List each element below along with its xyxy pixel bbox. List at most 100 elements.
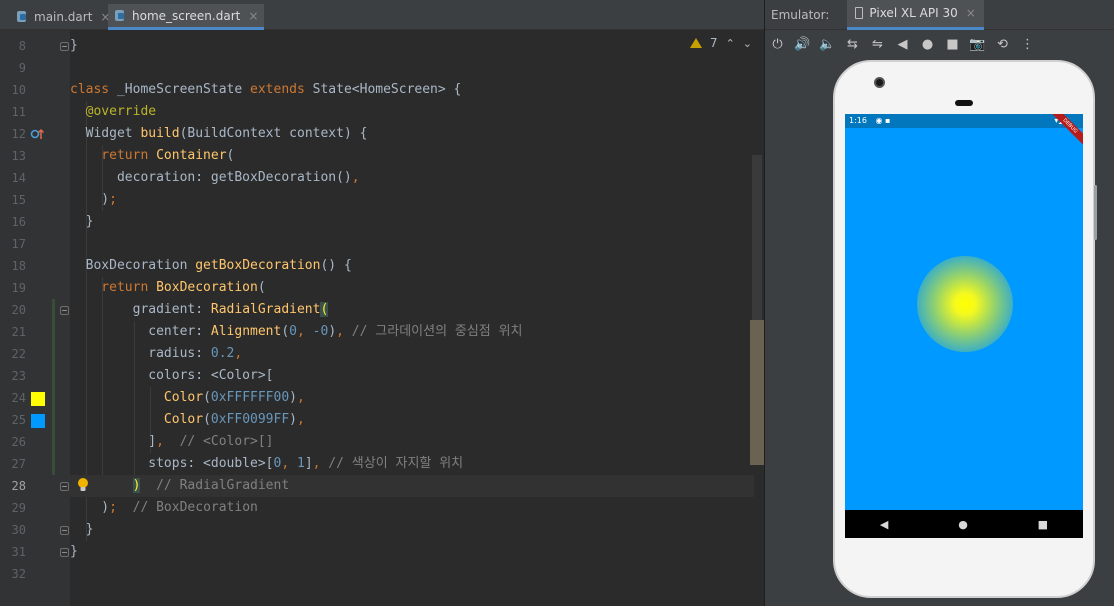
front-camera — [874, 77, 885, 88]
home-icon[interactable]: ● — [915, 37, 940, 52]
dart-file-icon — [114, 9, 126, 22]
rotate-left-icon[interactable]: ⇆ — [840, 37, 865, 52]
code-line: } — [70, 214, 94, 229]
more-icon[interactable]: ⋮ — [1015, 37, 1040, 52]
code-line: return BoxDecoration( — [70, 280, 266, 295]
device-tab[interactable]: Pixel XL API 30 × — [847, 0, 984, 30]
android-nav-bar: ◀ ● ■ — [845, 510, 1083, 538]
editor-scrollbar-thumb[interactable] — [750, 320, 764, 465]
phone-frame: 1:16 ◉ ▪ ▾◢▮ DEBUG ◀ ● ■ — [833, 60, 1095, 598]
tab-label: home_screen.dart — [132, 8, 241, 23]
line-number: 8 — [18, 39, 26, 53]
color-swatch-blue[interactable] — [31, 414, 45, 428]
back-icon[interactable]: ◀ — [890, 37, 915, 52]
code-line: } — [70, 544, 78, 559]
inspection-widget[interactable]: 7 ⌃ ⌄ — [689, 36, 752, 50]
line-number: 11 — [11, 105, 26, 119]
line-number: 16 — [11, 215, 26, 229]
chevron-down-icon[interactable]: ⌄ — [743, 37, 752, 50]
line-number: 23 — [11, 369, 26, 383]
line-number: 18 — [11, 259, 26, 273]
line-number: 21 — [11, 325, 26, 339]
tab-home-screen-dart[interactable]: home_screen.dart × — [108, 4, 265, 30]
line-number: 26 — [11, 435, 26, 449]
code-line: } — [70, 522, 94, 537]
code-line: } — [70, 38, 78, 53]
notification-icon: ◉ ▪ — [875, 116, 891, 125]
color-swatch-yellow[interactable] — [31, 392, 45, 406]
line-number: 19 — [11, 281, 26, 295]
overview-icon[interactable]: ■ — [940, 37, 965, 52]
code-line: Widget build(BuildContext context) { — [70, 126, 368, 141]
code-line: radius: 0.2, — [70, 346, 243, 361]
fold-marker[interactable] — [60, 42, 69, 51]
code-line: ); // BoxDecoration — [70, 500, 258, 515]
volume-down-icon[interactable]: 🔈 — [815, 37, 840, 52]
status-bar: 1:16 ◉ ▪ ▾◢▮ — [845, 114, 1083, 128]
line-number: 24 — [11, 391, 26, 405]
line-number: 27 — [11, 457, 26, 471]
code-line-current: ) // RadialGradient — [70, 475, 754, 497]
phone-icon — [855, 7, 864, 19]
line-number: 13 — [11, 149, 26, 163]
fold-marker[interactable] — [60, 482, 69, 491]
snapshot-icon[interactable]: ⟲ — [990, 37, 1015, 52]
camera-icon[interactable]: 📷 — [965, 37, 990, 52]
phone-side-button — [1094, 185, 1097, 240]
line-number: 30 — [11, 523, 26, 537]
nav-recent-icon[interactable]: ■ — [1038, 518, 1048, 531]
tab-label: main.dart — [34, 10, 93, 24]
line-number: 20 — [11, 303, 26, 317]
volume-up-icon[interactable]: 🔊 — [790, 37, 815, 52]
line-number: 29 — [11, 501, 26, 515]
line-number: 14 — [11, 171, 26, 185]
code-area[interactable]: } class _HomeScreenState extends State<H… — [70, 30, 754, 606]
power-icon[interactable]: ⏻ — [765, 37, 790, 52]
emulator-header: Emulator: Pixel XL API 30 × — [765, 0, 1114, 30]
code-line: BoxDecoration getBoxDecoration() { — [70, 258, 352, 273]
warning-count: 7 — [709, 36, 718, 50]
line-number: 25 — [11, 413, 26, 427]
lightbulb-icon[interactable] — [77, 477, 89, 493]
fold-marker[interactable] — [60, 548, 69, 557]
nav-back-icon[interactable]: ◀ — [880, 518, 888, 531]
tab-main-dart[interactable]: main.dart × — [10, 4, 116, 30]
code-line: center: Alignment(0, -0), // 그라데이션의 중심점 … — [70, 324, 523, 339]
change-marker — [52, 299, 55, 475]
device-screen[interactable]: 1:16 ◉ ▪ ▾◢▮ DEBUG ◀ ● ■ — [845, 114, 1083, 538]
emulator-title: Emulator: — [771, 7, 830, 22]
code-line: ], // <Color>[] — [70, 434, 274, 449]
line-number: 22 — [11, 347, 26, 361]
code-line: Color(0xFFFFFF00), — [70, 390, 305, 405]
override-gutter-icon[interactable] — [30, 127, 46, 141]
code-line: ); — [70, 192, 117, 207]
line-number-gutter: 8 9 10 11 12 13 14 15 16 17 18 19 20 21 … — [0, 30, 70, 606]
warning-icon — [689, 38, 702, 48]
code-line: gradient: RadialGradient( — [70, 302, 329, 317]
code-line: return Container( — [70, 148, 235, 163]
fold-marker[interactable] — [60, 526, 69, 535]
rotate-right-icon[interactable]: ⇋ — [865, 37, 890, 52]
nav-home-icon[interactable]: ● — [958, 518, 968, 531]
fold-marker[interactable] — [60, 306, 69, 315]
line-number: 32 — [11, 567, 26, 581]
line-number: 15 — [11, 193, 26, 207]
emulator-panel: Emulator: Pixel XL API 30 × ⏻ 🔊 🔈 ⇆ ⇋ ◀ … — [765, 0, 1114, 606]
close-icon[interactable]: × — [966, 6, 976, 20]
code-line: stops: <double>[0, 1], // 색상이 자지할 위치 — [70, 456, 464, 471]
code-line: class _HomeScreenState extends State<Hom… — [70, 82, 462, 97]
line-number: 10 — [11, 83, 26, 97]
line-number: 31 — [11, 545, 26, 559]
earpiece-speaker — [955, 100, 973, 106]
chevron-up-icon[interactable]: ⌃ — [726, 37, 735, 50]
emulator-toolbar: ⏻ 🔊 🔈 ⇆ ⇋ ◀ ● ■ 📷 ⟲ ⋮ — [765, 30, 1114, 58]
close-icon[interactable]: × — [248, 9, 258, 23]
code-line: decoration: getBoxDecoration(), — [70, 170, 360, 185]
code-line: colors: <Color>[ — [70, 368, 274, 383]
line-number: 9 — [18, 61, 26, 75]
status-time: 1:16 — [849, 116, 867, 125]
code-line: Color(0xFF0099FF), — [70, 412, 305, 427]
radial-gradient-glow — [917, 256, 1013, 352]
code-editor: main.dart × home_screen.dart × 8 9 10 11… — [0, 0, 764, 606]
device-name: Pixel XL API 30 — [869, 6, 958, 20]
